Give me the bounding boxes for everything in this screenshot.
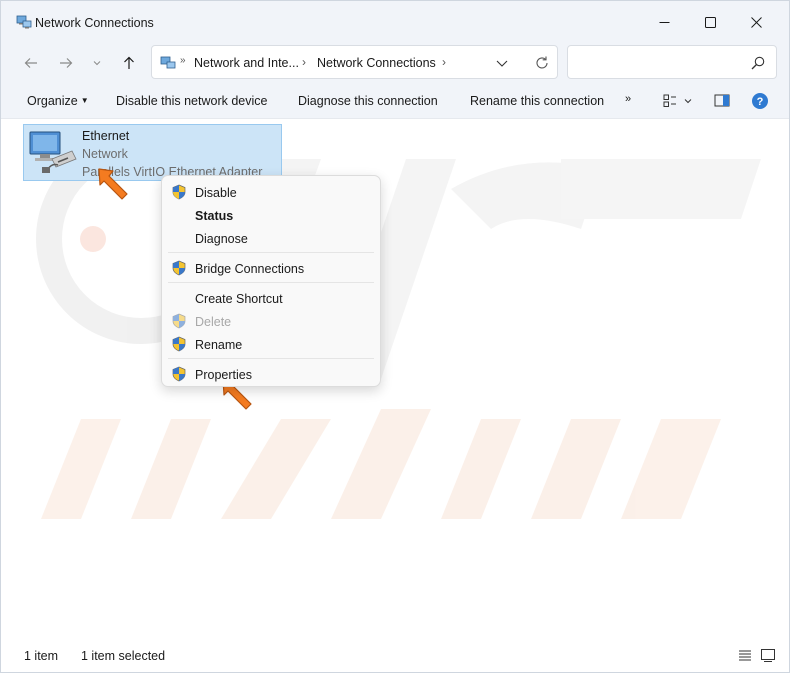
selection-count: 1 item selected [81,649,166,663]
network-connections-icon [16,14,32,30]
menu-item-disable[interactable]: Disable [162,181,380,204]
arrow-left-icon [24,58,37,68]
details-view-icon [739,650,751,661]
details-view-button[interactable] [738,648,752,662]
menu-item-label: Status [195,209,234,223]
address-bar[interactable]: » Network and Inte... › Network Connecti… [151,45,558,79]
svg-text:?: ? [757,96,764,108]
organize-menu-button[interactable]: Organize ▼ [27,94,89,108]
arrow-right-icon [60,58,73,68]
item-count: 1 item [24,649,59,663]
search-icon [750,55,766,71]
search-input[interactable] [567,45,777,79]
view-grid-icon [663,94,692,107]
uac-shield-icon [172,260,186,276]
context-menu: Disable Status Diagnose Bridge Connectio… [161,175,381,387]
refresh-icon [536,56,548,69]
uac-shield-icon [172,336,186,352]
maximize-icon [704,16,716,28]
menu-item-diagnose[interactable]: Diagnose [162,227,380,250]
change-view-button[interactable] [663,92,693,110]
caret-down-icon: ▼ [80,96,89,105]
minimize-button[interactable] [641,1,687,43]
menu-separator [168,358,374,359]
menu-separator [168,282,374,283]
menu-item-delete: Delete [162,310,380,333]
up-button[interactable] [117,51,141,75]
uac-shield-icon [172,366,186,382]
menu-item-label: Diagnose [195,232,248,246]
minimize-icon [659,21,669,23]
diagnose-connection-button[interactable]: Diagnose this connection [298,94,438,108]
menu-item-label: Properties [195,368,252,382]
uac-shield-icon [172,313,186,329]
status-bar: 1 item 1 item selected [1,639,789,672]
menu-item-properties[interactable]: Properties [162,363,380,386]
network-location-icon [160,55,176,71]
breadcrumb-separator[interactable]: › [442,55,446,69]
navigation-bar: » Network and Inte... › Network Connecti… [1,43,789,83]
explorer-window: Network Connections » Network and Inte..… [0,0,790,673]
arrow-up-icon [124,56,134,69]
menu-item-label: Disable [195,186,237,200]
uac-shield-icon [172,184,186,200]
rename-connection-button[interactable]: Rename this connection [470,94,604,108]
breadcrumb-network-connections[interactable]: Network Connections [317,56,436,70]
menu-item-status[interactable]: Status [162,204,380,227]
help-button[interactable]: ? [751,92,769,110]
preview-pane-button[interactable] [713,92,731,110]
command-bar: Organize ▼ Disable this network device Di… [1,83,789,119]
address-history-dropdown[interactable] [494,55,510,71]
more-commands-button[interactable]: » [625,93,631,105]
forward-button[interactable] [54,51,78,75]
connection-network-status: Network [82,147,128,161]
connection-name: Ethernet [82,129,130,143]
title-bar: Network Connections [1,1,789,43]
breadcrumb-separator[interactable]: › [302,55,306,69]
recent-locations-button[interactable] [87,51,107,75]
maximize-button[interactable] [687,1,733,43]
menu-item-bridge-connections[interactable]: Bridge Connections [162,257,380,280]
refresh-button[interactable] [532,53,552,73]
menu-item-rename[interactable]: Rename [162,333,380,356]
help-icon: ? [752,93,768,109]
chevron-down-icon [496,60,508,67]
breadcrumb-network-and-internet[interactable]: Network and Inte... [194,56,299,70]
breadcrumb-separator[interactable]: » [180,55,186,66]
menu-item-label: Bridge Connections [195,262,305,276]
menu-item-label: Create Shortcut [195,292,283,306]
tiles-view-icon [761,649,775,662]
menu-item-label: Delete [195,315,232,329]
menu-item-create-shortcut[interactable]: Create Shortcut [162,287,380,310]
close-icon [750,16,762,28]
close-button[interactable] [733,1,779,43]
pointer-arrow-icon [98,168,128,200]
menu-separator [168,252,374,253]
large-icons-view-button[interactable] [760,647,776,663]
back-button[interactable] [19,51,43,75]
window-title: Network Connections [35,16,154,30]
preview-pane-icon [714,94,730,107]
organize-label: Organize [27,94,78,108]
network-adapter-icon [28,129,78,177]
ethernet-connection-item[interactable]: Ethernet Network Parallels VirtIO Ethern… [23,124,282,181]
chevron-down-icon [93,61,101,66]
file-list-area[interactable]: Ethernet Network Parallels VirtIO Ethern… [1,119,789,639]
disable-network-device-button[interactable]: Disable this network device [116,94,267,108]
menu-item-label: Rename [195,338,243,352]
